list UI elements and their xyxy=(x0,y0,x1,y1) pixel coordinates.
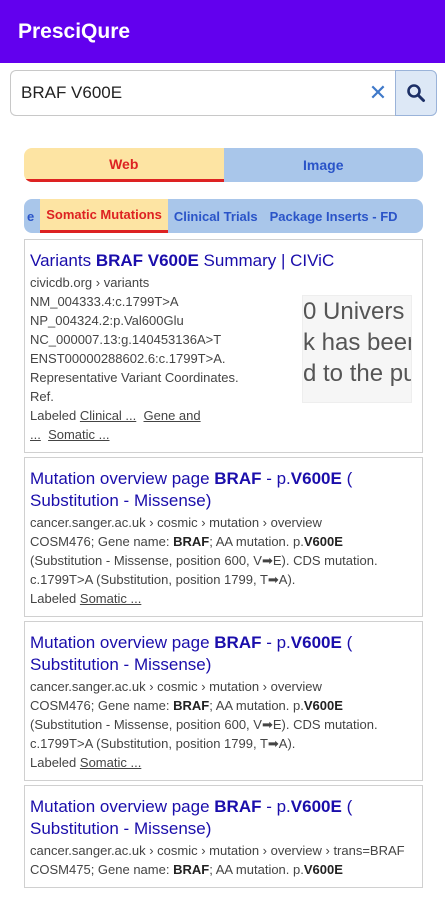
search-type-tabs: Web Image xyxy=(24,148,423,182)
label-link[interactable]: Gene and xyxy=(144,408,201,423)
close-icon[interactable]: ✕ xyxy=(361,80,395,106)
label-link[interactable]: Somatic ... xyxy=(80,755,141,770)
result-title[interactable]: Variants BRAF V600E Summary | CIViC xyxy=(30,250,417,272)
search-input-value[interactable]: BRAF V600E xyxy=(21,83,361,103)
result-url: cancer.sanger.ac.uk › cosmic › mutation … xyxy=(30,679,322,694)
result-snippet: NM_004333.4:c.1799T>A NP_004324.2:p.Val6… xyxy=(30,294,239,442)
label-link[interactable]: Clinical ... xyxy=(80,408,136,423)
tab-web[interactable]: Web xyxy=(24,148,224,182)
result-url: civicdb.org › variants xyxy=(30,275,150,290)
result-thumbnail[interactable]: 0 Univers k has been d to the pub xyxy=(302,295,412,403)
tab-somatic-mutations[interactable]: Somatic Mutations xyxy=(40,199,168,233)
result-snippet: COSM476; Gene name: BRAF; AA mutation. p… xyxy=(30,698,378,770)
result-url: cancer.sanger.ac.uk › cosmic › mutation … xyxy=(30,843,405,858)
search-result[interactable]: Variants BRAF V600E Summary | CIViC civi… xyxy=(24,239,423,453)
search-result[interactable]: Mutation overview page BRAF - p.V600E (S… xyxy=(24,621,423,781)
tab-partial-previous[interactable]: e xyxy=(24,199,40,233)
label-link[interactable]: Somatic ... xyxy=(80,591,141,606)
result-title[interactable]: Mutation overview page BRAF - p.V600E (S… xyxy=(30,468,417,512)
result-snippet: COSM475; Gene name: BRAF; AA mutation. p… xyxy=(30,862,343,877)
search-bar: BRAF V600E ✕ xyxy=(0,63,445,116)
label-link[interactable]: Somatic ... xyxy=(48,427,109,442)
search-result[interactable]: Mutation overview page BRAF - p.V600E (S… xyxy=(24,457,423,617)
app-title: PresciQure xyxy=(18,19,131,43)
label-link[interactable]: ... xyxy=(30,427,41,442)
search-button[interactable] xyxy=(395,70,437,116)
app-bar: PresciQure xyxy=(0,0,445,63)
tab-image[interactable]: Image xyxy=(223,148,423,182)
tab-clinical-trials[interactable]: Clinical Trials xyxy=(168,199,264,233)
category-tabs: e Somatic Mutations Clinical Trials Pack… xyxy=(24,199,423,233)
results-list: Variants BRAF V600E Summary | CIViC civi… xyxy=(24,239,423,888)
result-title[interactable]: Mutation overview page BRAF - p.V600E (S… xyxy=(30,796,417,840)
search-icon xyxy=(407,84,425,102)
result-title[interactable]: Mutation overview page BRAF - p.V600E (S… xyxy=(30,632,417,676)
result-url: cancer.sanger.ac.uk › cosmic › mutation … xyxy=(30,515,322,530)
search-result[interactable]: Mutation overview page BRAF - p.V600E (S… xyxy=(24,785,423,888)
search-input[interactable]: BRAF V600E ✕ xyxy=(10,70,395,116)
tab-package-inserts[interactable]: Package Inserts - FD xyxy=(264,199,404,233)
result-snippet: COSM476; Gene name: BRAF; AA mutation. p… xyxy=(30,534,378,606)
